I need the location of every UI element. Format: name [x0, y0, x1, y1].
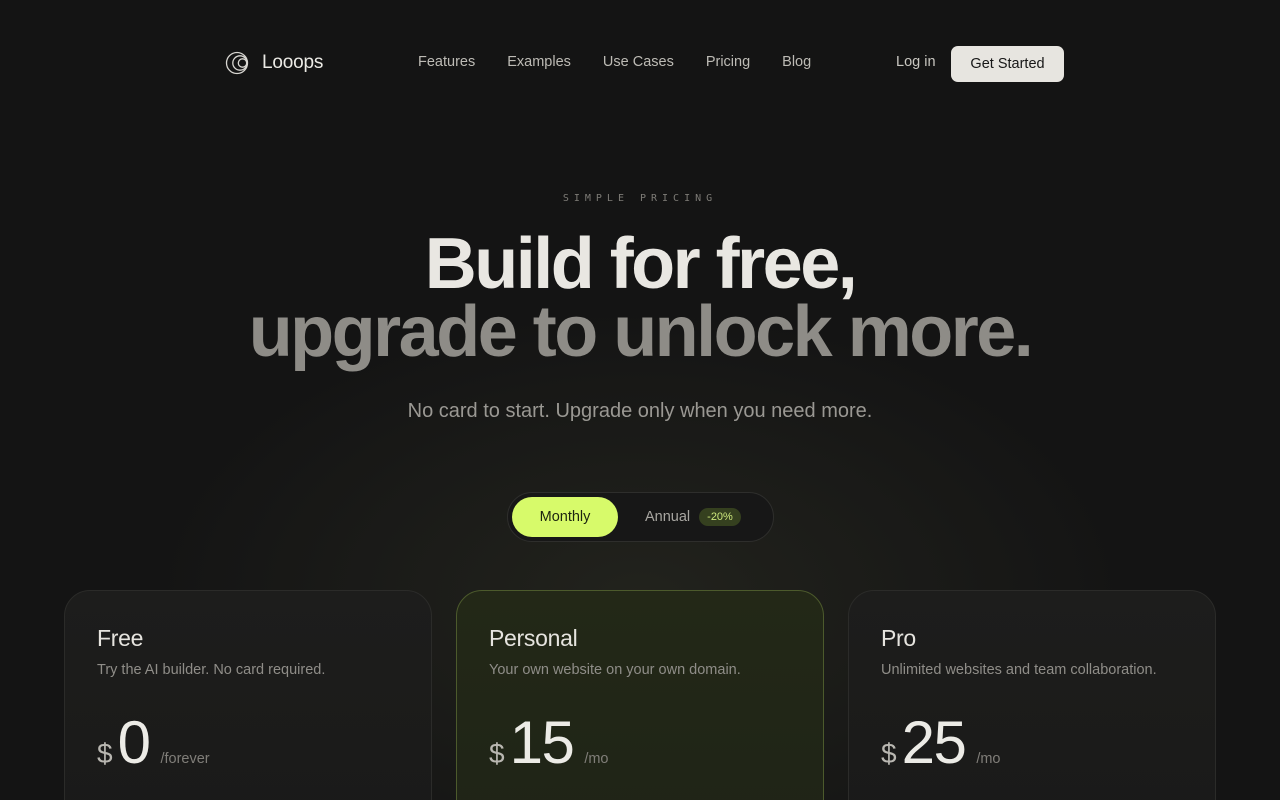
nav-links: Features Examples Use Cases Pricing Blog	[418, 54, 811, 70]
brand-name: Looops	[262, 52, 324, 73]
monthly-toggle-option[interactable]: Monthly	[512, 497, 618, 537]
price-currency: $	[489, 738, 505, 769]
annual-label: Annual	[645, 509, 691, 525]
hero-title-line-1: Build for free,	[424, 224, 858, 304]
brand-logo[interactable]: Looops	[225, 51, 323, 75]
annual-discount-badge: -20%	[699, 508, 741, 526]
price-period: /mo	[976, 751, 1001, 767]
plan-description: Try the AI builder. No card required.	[97, 662, 326, 678]
price-currency: $	[97, 738, 113, 769]
plan-name: Pro	[881, 625, 916, 651]
plan-card-personal: Personal Your own website on your own do…	[456, 590, 824, 800]
nav-link-examples[interactable]: Examples	[507, 54, 571, 70]
price-amount: 25	[901, 709, 967, 776]
billing-period-toggle: Monthly Annual -20%	[507, 492, 774, 542]
annual-toggle-option[interactable]: Annual -20%	[645, 497, 741, 537]
plan-price: $ 15 /mo	[489, 709, 609, 777]
price-period: /mo	[584, 751, 609, 767]
nav-link-features[interactable]: Features	[418, 54, 475, 70]
plan-price: $ 0 /forever	[97, 709, 210, 777]
login-link[interactable]: Log in	[896, 54, 936, 70]
loops-logo-icon	[225, 51, 249, 75]
pricing-eyebrow: SIMPLE PRICING	[562, 193, 718, 204]
nav-link-blog[interactable]: Blog	[782, 54, 811, 70]
nav-link-pricing[interactable]: Pricing	[706, 54, 750, 70]
plan-card-pro: Pro Unlimited websites and team collabor…	[848, 590, 1216, 800]
nav-link-use-cases[interactable]: Use Cases	[603, 54, 674, 70]
plan-card-free: Free Try the AI builder. No card require…	[64, 590, 432, 800]
plan-price: $ 25 /mo	[881, 709, 1001, 777]
price-period: /forever	[160, 751, 210, 767]
get-started-button[interactable]: Get Started	[951, 46, 1064, 82]
price-currency: $	[881, 738, 897, 769]
plan-name: Personal	[489, 625, 578, 651]
price-amount: 15	[509, 709, 575, 776]
plan-description: Your own website on your own domain.	[489, 662, 741, 678]
plan-description: Unlimited websites and team collaboratio…	[881, 662, 1157, 678]
plan-name: Free	[97, 625, 144, 651]
hero-title-line-2: upgrade to unlock more.	[248, 292, 1034, 372]
top-nav: Looops Features Examples Use Cases Prici…	[0, 0, 1280, 126]
hero-subtitle: No card to start. Upgrade only when you …	[407, 400, 873, 422]
price-amount: 0	[117, 709, 151, 776]
